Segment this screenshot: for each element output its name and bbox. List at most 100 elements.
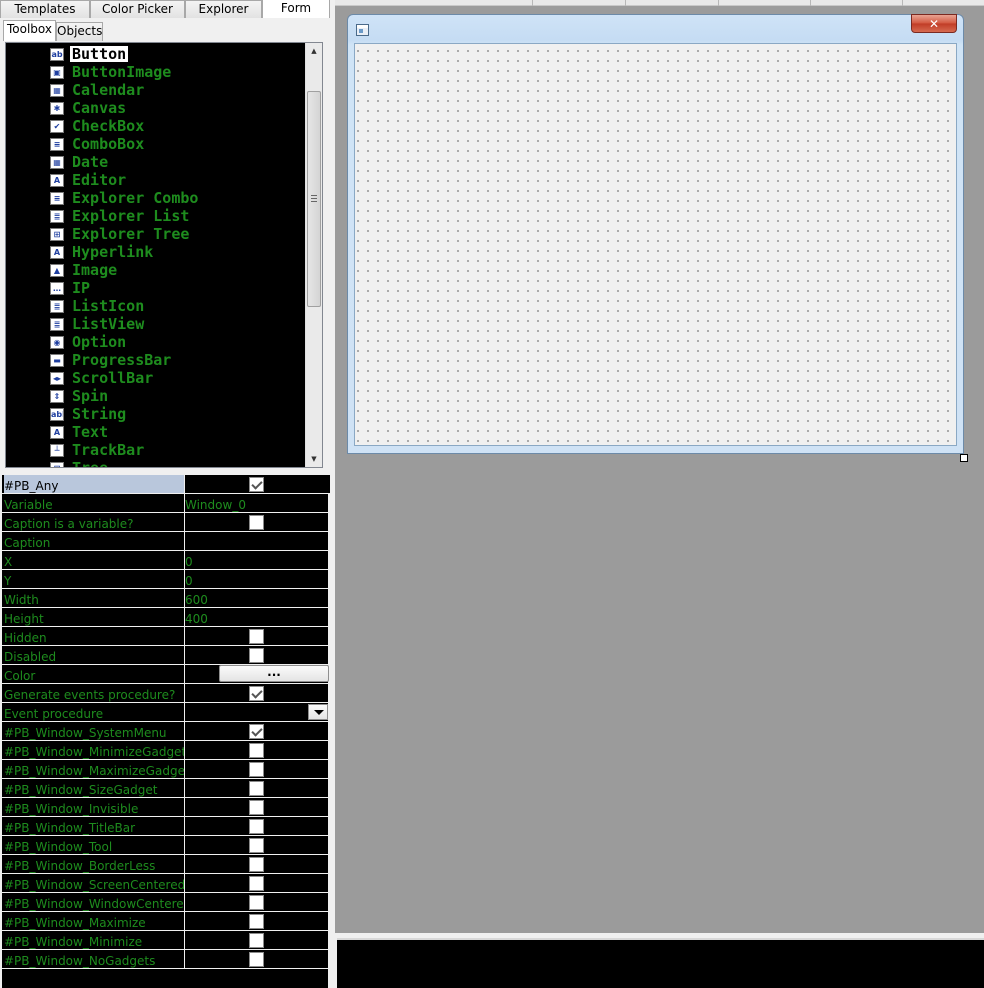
property-checkbox[interactable] [249, 724, 264, 739]
chevron-down-icon[interactable] [308, 704, 328, 720]
toolbox-item[interactable]: ┴ TrackBar [6, 441, 304, 459]
toolbox-item[interactable]: ⇕ Spin [6, 387, 304, 405]
property-value[interactable]: 400 [185, 608, 330, 626]
property-row[interactable]: #PB_Window_Tool [2, 836, 330, 855]
toolbox-item[interactable]: ≣ Explorer List [6, 207, 304, 225]
toolbox-item[interactable]: ≣ ListIcon [6, 297, 304, 315]
property-checkbox[interactable] [249, 477, 264, 492]
toolbox-item[interactable]: A Hyperlink [6, 243, 304, 261]
toolbox-item[interactable]: ≡ Explorer Combo [6, 189, 304, 207]
toolbox-item[interactable]: ✔ CheckBox [6, 117, 304, 135]
resize-handle[interactable] [960, 454, 968, 462]
property-row[interactable]: Width 600 [2, 589, 330, 608]
property-row[interactable]: #PB_Window_MinimizeGadget [2, 741, 330, 760]
design-canvas[interactable] [335, 6, 984, 933]
property-value[interactable] [185, 798, 330, 816]
property-value[interactable] [185, 931, 330, 949]
property-row[interactable]: Variable Window_0 [2, 494, 330, 513]
property-value[interactable] [185, 912, 330, 930]
property-checkbox[interactable] [249, 857, 264, 872]
property-row[interactable]: #PB_Window_MaximizeGadget [2, 760, 330, 779]
property-row[interactable]: Height 400 [2, 608, 330, 627]
property-value[interactable]: ... [185, 665, 330, 683]
property-value[interactable] [185, 950, 330, 968]
property-checkbox[interactable] [249, 629, 264, 644]
property-row[interactable]: Event procedure [2, 703, 330, 722]
form-client-area[interactable] [354, 43, 957, 446]
property-row[interactable]: #PB_Window_Invisible [2, 798, 330, 817]
property-value[interactable] [185, 893, 330, 911]
property-checkbox[interactable] [249, 781, 264, 796]
toolbox-item[interactable]: ▦ Calendar [6, 81, 304, 99]
toolbox-item[interactable]: ◂▸ ScrollBar [6, 369, 304, 387]
toolbox-item[interactable]: A Text [6, 423, 304, 441]
property-row[interactable]: Hidden [2, 627, 330, 646]
tab-toolbox[interactable]: Toolbox [3, 20, 56, 41]
property-checkbox[interactable] [249, 914, 264, 929]
tab-color-picker[interactable]: Color Picker [90, 0, 185, 18]
property-value[interactable] [185, 475, 330, 493]
property-checkbox[interactable] [249, 648, 264, 663]
toolbox-item[interactable]: ⊞ Tree [6, 459, 304, 467]
toolbox-item[interactable]: ab Button [6, 45, 304, 63]
property-row[interactable]: #PB_Window_SystemMenu [2, 722, 330, 741]
property-value[interactable] [185, 836, 330, 854]
property-checkbox[interactable] [249, 743, 264, 758]
toolbox-item[interactable]: … IP [6, 279, 304, 297]
property-value[interactable] [185, 532, 330, 550]
form-window[interactable] [347, 14, 964, 454]
property-row[interactable]: #PB_Window_Maximize [2, 912, 330, 931]
toolbox-item[interactable]: ≡ ComboBox [6, 135, 304, 153]
property-row[interactable]: Color... [2, 665, 330, 684]
tab-templates[interactable]: Templates [0, 0, 90, 18]
property-checkbox[interactable] [249, 686, 264, 701]
property-value[interactable]: Window_0 [185, 494, 330, 512]
toolbox-item[interactable]: ▬ ProgressBar [6, 351, 304, 369]
property-row[interactable]: #PB_Window_ScreenCentered [2, 874, 330, 893]
property-checkbox[interactable] [249, 895, 264, 910]
toolbox-item[interactable]: ▣ ButtonImage [6, 63, 304, 81]
property-value[interactable] [185, 760, 330, 778]
toolbox-item[interactable]: A Editor [6, 171, 304, 189]
property-checkbox[interactable] [249, 515, 264, 530]
toolbox-item[interactable]: ⊞ Explorer Tree [6, 225, 304, 243]
property-value[interactable]: 0 [185, 551, 330, 569]
property-value[interactable]: 0 [185, 570, 330, 588]
property-row[interactable]: #PB_Window_SizeGadget [2, 779, 330, 798]
property-row[interactable]: #PB_Window_TitleBar [2, 817, 330, 836]
scroll-down-icon[interactable]: ▼ [306, 451, 322, 467]
property-row[interactable]: #PB_Window_NoGadgets [2, 950, 330, 969]
property-checkbox[interactable] [249, 952, 264, 967]
property-value[interactable] [185, 722, 330, 740]
property-value[interactable] [185, 703, 330, 721]
property-checkbox[interactable] [249, 876, 264, 891]
property-row[interactable]: Y0 [2, 570, 330, 589]
property-row[interactable]: Generate events procedure? [2, 684, 330, 703]
property-value[interactable] [185, 646, 330, 664]
property-row[interactable]: Caption [2, 532, 330, 551]
tab-form[interactable]: Form [262, 0, 330, 18]
close-icon[interactable] [911, 14, 957, 33]
property-value[interactable] [185, 855, 330, 873]
property-value[interactable] [185, 684, 330, 702]
scrollbar-thumb[interactable] [307, 91, 321, 307]
property-row[interactable]: #PB_Window_BorderLess [2, 855, 330, 874]
property-value[interactable] [185, 627, 330, 645]
toolbox-item[interactable]: ◉ Option [6, 333, 304, 351]
property-checkbox[interactable] [249, 819, 264, 834]
property-checkbox[interactable] [249, 838, 264, 853]
property-value[interactable] [185, 817, 330, 835]
property-value[interactable] [185, 874, 330, 892]
property-checkbox[interactable] [249, 762, 264, 777]
property-row[interactable]: Disabled [2, 646, 330, 665]
property-value[interactable] [185, 513, 330, 531]
scroll-up-icon[interactable]: ▲ [306, 43, 322, 59]
property-checkbox[interactable] [249, 933, 264, 948]
toolbox-item[interactable]: ▦ Date [6, 153, 304, 171]
toolbox-item[interactable]: ≣ ListView [6, 315, 304, 333]
property-row[interactable]: #PB_Window_Minimize [2, 931, 330, 950]
tab-objects[interactable]: Objects [56, 22, 103, 41]
toolbox-item[interactable]: ✱ Canvas [6, 99, 304, 117]
toolbox-scrollbar[interactable]: ▲ ▼ [305, 43, 322, 467]
property-value[interactable] [185, 779, 330, 797]
